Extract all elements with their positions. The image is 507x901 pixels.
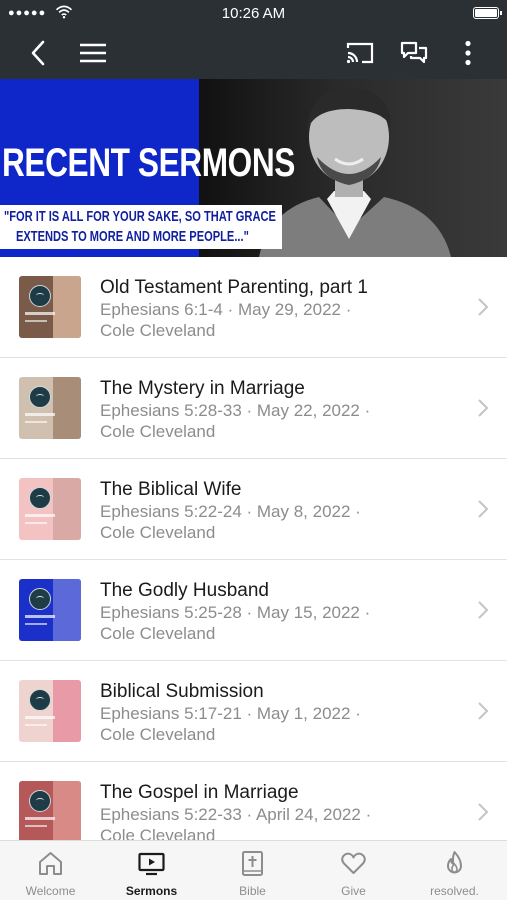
sermon-title: Biblical Submission xyxy=(100,681,264,702)
sermon-speaker: Cole Cleveland xyxy=(100,624,216,643)
sermon-row[interactable]: The Godly Husband Ephesians 5:25-28 · Ma… xyxy=(0,560,507,661)
tab-label: Welcome xyxy=(25,884,76,898)
sermon-speaker: Cole Cleveland xyxy=(100,725,216,744)
sermon-meta: Ephesians 6:1-4 · May 29, 2022 · xyxy=(100,300,352,319)
sermon-title: Old Testament Parenting, part 1 xyxy=(100,277,368,298)
sermon-meta: Ephesians 5:25-28 · May 15, 2022 · xyxy=(100,603,371,622)
sermon-meta: Ephesians 5:17-21 · May 1, 2022 · xyxy=(100,704,361,723)
sermon-title: The Biblical Wife xyxy=(100,479,242,500)
tv-play-icon xyxy=(138,852,165,876)
sermon-thumbnail xyxy=(19,680,81,742)
sermon-thumbnail xyxy=(19,377,81,439)
sermon-title: The Godly Husband xyxy=(100,580,269,601)
chevron-right-icon xyxy=(478,803,489,821)
sermon-row[interactable]: Biblical Submission Ephesians 5:17-21 · … xyxy=(0,661,507,762)
church-logo-icon xyxy=(29,285,51,307)
sermon-meta: Ephesians 5:28-33 · May 22, 2022 · xyxy=(100,401,371,420)
heart-icon xyxy=(341,852,366,874)
chevron-left-icon xyxy=(31,40,45,66)
back-button[interactable] xyxy=(22,37,54,69)
banner-title: RECENT SERMONS xyxy=(2,141,295,185)
church-logo-icon xyxy=(29,689,51,711)
cast-button[interactable] xyxy=(344,37,376,69)
sermon-meta: Ephesians 5:22-33 · April 24, 2022 · xyxy=(100,805,372,824)
chevron-right-icon xyxy=(478,702,489,720)
banner-quote: "FOR IT IS ALL FOR YOUR SAKE, SO THAT GR… xyxy=(0,205,282,249)
sermon-thumbnail xyxy=(19,478,81,540)
tab-resolved[interactable]: resolved. xyxy=(404,841,505,901)
church-logo-icon xyxy=(29,588,51,610)
church-logo-icon xyxy=(29,790,51,812)
sermon-list: Old Testament Parenting, part 1 Ephesian… xyxy=(0,257,507,840)
church-logo-icon xyxy=(29,386,51,408)
bible-icon xyxy=(242,851,263,876)
sermon-thumbnail xyxy=(19,579,81,641)
chat-bubbles-icon xyxy=(400,41,428,64)
tab-give[interactable]: Give xyxy=(303,841,404,901)
tab-label: resolved. xyxy=(430,884,479,898)
banner-quote-line-2: EXTENDS TO MORE AND MORE PEOPLE..." xyxy=(16,228,249,245)
more-vertical-icon xyxy=(465,40,471,66)
chevron-right-icon xyxy=(478,399,489,417)
status-bar: ●●●●● 10:26 AM xyxy=(0,0,507,27)
sermon-row[interactable]: The Biblical Wife Ephesians 5:22-24 · Ma… xyxy=(0,459,507,560)
chevron-right-icon xyxy=(478,298,489,316)
sermon-speaker: Cole Cleveland xyxy=(100,321,216,340)
sermon-row[interactable]: The Gospel in Marriage Ephesians 5:22-33… xyxy=(0,762,507,840)
sermon-thumbnail xyxy=(19,276,81,338)
sermon-speaker: Cole Cleveland xyxy=(100,422,216,441)
home-icon xyxy=(39,852,62,875)
menu-button[interactable] xyxy=(77,37,109,69)
banner-quote-line-1: "FOR IT IS ALL FOR YOUR SAKE, SO THAT GR… xyxy=(4,208,276,225)
church-logo-icon xyxy=(29,487,51,509)
recent-sermons-banner: RECENT SERMONS "FOR IT IS ALL FOR YOUR S… xyxy=(0,79,507,257)
chevron-right-icon xyxy=(478,601,489,619)
bottom-tab-bar: Welcome Sermons Bible Give resolved. xyxy=(0,840,507,900)
battery-icon xyxy=(473,7,502,19)
tab-label: Sermons xyxy=(125,884,178,898)
tab-label: Give xyxy=(341,884,366,898)
tab-sermons[interactable]: Sermons xyxy=(101,841,202,901)
tab-bible[interactable]: Bible xyxy=(202,841,303,901)
more-options-button[interactable] xyxy=(452,37,484,69)
sermon-speaker: Cole Cleveland xyxy=(100,826,216,840)
sermon-title: The Mystery in Marriage xyxy=(100,378,305,399)
sermon-row[interactable]: Old Testament Parenting, part 1 Ephesian… xyxy=(0,257,507,358)
tab-welcome[interactable]: Welcome xyxy=(0,841,101,901)
hamburger-menu-icon xyxy=(80,43,106,63)
sermon-meta: Ephesians 5:22-24 · May 8, 2022 · xyxy=(100,502,361,521)
top-nav-bar xyxy=(0,27,507,79)
tab-label: Bible xyxy=(239,884,266,898)
sermon-title: The Gospel in Marriage xyxy=(100,782,299,803)
chat-button[interactable] xyxy=(398,37,430,69)
sermon-row[interactable]: The Mystery in Marriage Ephesians 5:28-3… xyxy=(0,358,507,459)
sermon-speaker: Cole Cleveland xyxy=(100,523,216,542)
chevron-right-icon xyxy=(478,500,489,518)
cast-icon xyxy=(346,42,374,64)
flame-icon xyxy=(447,851,462,874)
sermon-thumbnail xyxy=(19,781,81,840)
status-time: 10:26 AM xyxy=(221,5,286,22)
